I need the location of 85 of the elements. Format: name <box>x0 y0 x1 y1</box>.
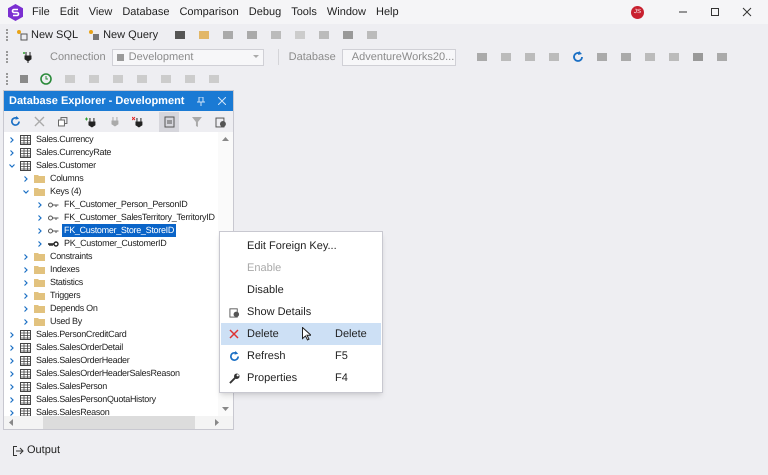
menu-item[interactable]: Properties F4 <box>221 367 381 389</box>
tree-item[interactable]: Statistics <box>48 276 86 289</box>
folder-icon <box>34 187 45 196</box>
delete-icon <box>229 329 239 339</box>
refresh-icon[interactable] <box>572 51 584 63</box>
disconnect-icon[interactable] <box>132 116 144 128</box>
details-icon[interactable] <box>215 116 227 128</box>
horizontal-scrollbar[interactable] <box>4 416 233 429</box>
wrench-icon <box>228 372 240 384</box>
tree-item[interactable]: Sales.SalesOrderDetail <box>34 341 125 354</box>
scroll-down-icon[interactable] <box>222 407 229 411</box>
folder-icon <box>34 265 45 274</box>
new-sql-button[interactable]: New SQL <box>14 26 80 44</box>
scroll-left-icon[interactable] <box>9 419 13 426</box>
tree-item[interactable]: Used By <box>48 315 84 328</box>
details-icon <box>228 306 240 318</box>
menu-item[interactable]: View <box>88 4 114 20</box>
menu-item[interactable]: Delete Delete <box>221 323 381 345</box>
menu-item[interactable]: Edit Foreign Key... <box>221 235 381 257</box>
new-query-icon <box>88 29 100 41</box>
tree-item[interactable]: FK_Customer_Person_PersonID <box>62 198 190 211</box>
database-label: Database <box>288 50 336 65</box>
menu-item[interactable]: Help <box>375 4 400 20</box>
key-icon <box>48 214 59 220</box>
tree-item[interactable]: FK_Customer_SalesTerritory_TerritoryID <box>62 211 217 224</box>
panel-title: Database Explorer - Development <box>9 94 186 109</box>
folder-icon <box>34 291 45 300</box>
delete-icon[interactable] <box>34 116 45 127</box>
new-connection-icon[interactable] <box>84 116 97 128</box>
key-icon <box>48 240 59 246</box>
new-query-button[interactable]: New Query <box>86 26 160 44</box>
output-icon <box>13 446 24 456</box>
menu-item[interactable]: Edit <box>58 4 80 20</box>
menu-item[interactable]: Debug <box>248 4 282 20</box>
plug-icon[interactable] <box>22 51 34 63</box>
filter-icon[interactable] <box>192 116 202 126</box>
tree-item[interactable]: Sales.Currency <box>34 133 96 146</box>
output-tab[interactable]: Output <box>13 442 60 459</box>
tree-item[interactable]: Columns <box>48 172 86 185</box>
tree-item[interactable]: Sales.PersonCreditCard <box>34 328 128 341</box>
history-icon[interactable] <box>40 73 52 85</box>
menu-item[interactable]: Refresh F5 <box>221 345 381 367</box>
menu-item[interactable]: Disable <box>221 279 381 301</box>
connection-label: Connection <box>50 50 106 65</box>
dropdown-caret-icon <box>252 55 259 59</box>
filter-toggle-button[interactable] <box>159 112 180 132</box>
tree-item[interactable]: Depends On <box>48 302 100 315</box>
folder-icon <box>34 278 45 287</box>
tree-item[interactable]: Sales.SalesOrderHeader <box>34 354 132 367</box>
tree-item[interactable]: Sales.Customer <box>34 159 98 172</box>
key-icon <box>48 202 59 208</box>
tree-item[interactable]: Sales.CurrencyRate <box>34 146 114 159</box>
tree-item[interactable]: Sales.SalesOrderHeaderSalesReason <box>34 367 182 380</box>
menu-item[interactable]: Show Details <box>221 301 381 323</box>
maximize-icon[interactable] <box>710 7 720 17</box>
scroll-right-icon[interactable] <box>215 419 219 426</box>
tree-item[interactable]: Triggers <box>48 289 82 302</box>
menu-item[interactable]: Comparison <box>178 4 240 20</box>
refresh-icon <box>228 350 240 362</box>
menu-item[interactable]: Database <box>121 4 170 20</box>
scroll-thumb[interactable] <box>43 416 195 429</box>
menu-item[interactable]: Window <box>326 4 367 20</box>
tree-item[interactable]: Sales.SalesPerson <box>34 380 109 393</box>
connection-color-icon <box>116 54 124 60</box>
tree-item[interactable]: PK_Customer_CustomerID <box>62 237 168 250</box>
tree-item[interactable]: FK_Customer_Store_StoreID <box>62 224 176 237</box>
key-icon <box>48 228 59 234</box>
tree-item[interactable]: Sales.SalesPersonQuotaHistory <box>34 393 158 406</box>
folder-icon <box>34 317 45 326</box>
tree-item[interactable]: Keys (4) <box>48 185 84 198</box>
app-logo-icon <box>7 4 24 20</box>
pin-icon[interactable] <box>197 96 205 106</box>
new-sql-icon <box>16 29 28 41</box>
folder-icon <box>34 174 45 183</box>
menu-item[interactable]: File <box>31 4 51 20</box>
tree-item[interactable]: Indexes <box>48 263 82 276</box>
menu-item[interactable]: Tools <box>290 4 318 20</box>
close-icon[interactable] <box>742 7 752 17</box>
refresh-icon[interactable] <box>10 116 21 127</box>
tree-item[interactable]: Sales.SalesReason <box>34 406 112 416</box>
scroll-up-icon[interactable] <box>222 137 229 141</box>
folder-icon <box>34 304 45 313</box>
folder-icon <box>34 252 45 261</box>
mouse-cursor-icon <box>302 327 311 341</box>
tree-item[interactable]: Constraints <box>48 250 94 263</box>
